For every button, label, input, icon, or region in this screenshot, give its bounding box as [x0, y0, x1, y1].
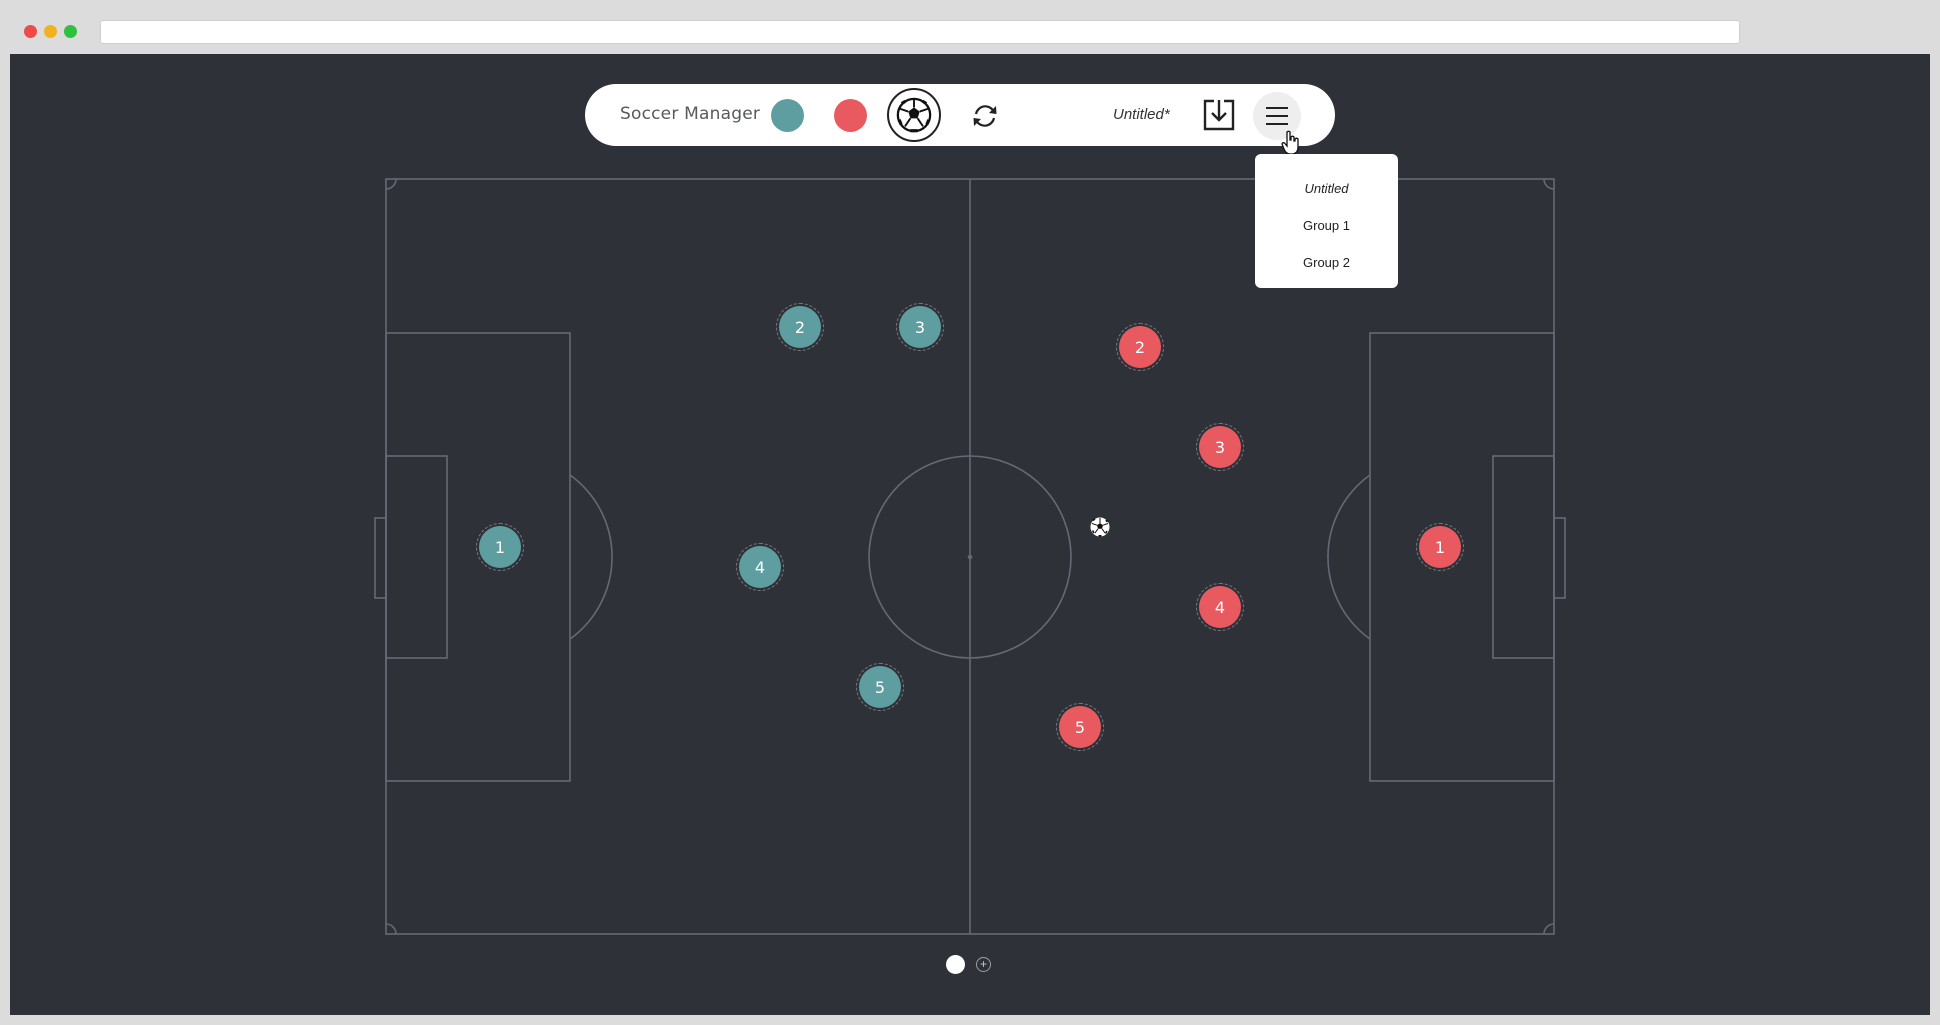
save-button[interactable]	[1202, 98, 1236, 132]
player-number: 4	[1214, 597, 1226, 617]
corner-arc-bottom-left	[385, 923, 397, 935]
corner-arc-bottom-right	[1543, 923, 1555, 935]
player-number: 5	[1074, 717, 1086, 737]
menu-item-group-2[interactable]: Group 2	[1255, 244, 1398, 281]
soccer-ball-icon	[896, 97, 932, 133]
player-number: 3	[914, 317, 926, 337]
add-ball-button[interactable]	[887, 88, 941, 142]
left-penalty-arc	[569, 474, 613, 640]
right-penalty-arc	[1327, 474, 1371, 640]
right-goal-area	[1492, 455, 1555, 659]
hamburger-menu-icon	[1266, 107, 1288, 125]
document-name: Untitled*	[1113, 106, 1170, 123]
red-player-1[interactable]: 1	[1416, 523, 1464, 571]
soccer-pitch	[374, 178, 1566, 935]
player-number: 5	[874, 677, 886, 697]
swap-sides-button[interactable]	[970, 101, 1000, 131]
add-page-button[interactable]: +	[976, 957, 991, 972]
red-player-4[interactable]: 4	[1196, 583, 1244, 631]
menu-item-untitled[interactable]: Untitled	[1255, 170, 1398, 207]
hand-cursor-icon	[1281, 130, 1299, 155]
centre-spot	[967, 554, 973, 560]
player-number: 4	[754, 557, 766, 577]
menu-item-group-1[interactable]: Group 1	[1255, 207, 1398, 244]
red-player-3[interactable]: 3	[1196, 423, 1244, 471]
teal-player-4[interactable]: 4	[736, 543, 784, 591]
player-number: 2	[794, 317, 806, 337]
red-player-2[interactable]: 2	[1116, 323, 1164, 371]
player-number: 3	[1214, 437, 1226, 457]
teal-player-5[interactable]: 5	[856, 663, 904, 711]
player-number: 2	[1134, 337, 1146, 357]
red-player-5[interactable]: 5	[1056, 703, 1104, 751]
corner-arc-top-right	[1543, 178, 1555, 190]
page-dot-1[interactable]	[946, 955, 965, 974]
right-penalty-area	[1369, 332, 1555, 782]
main-toolbar: Soccer Manager Untitled*	[585, 84, 1335, 146]
teal-player-1[interactable]: 1	[476, 523, 524, 571]
left-goal-area	[385, 455, 448, 659]
teal-player-3[interactable]: 3	[896, 303, 944, 351]
download-icon	[1203, 99, 1235, 131]
app-title: Soccer Manager	[620, 104, 761, 124]
player-number: 1	[1434, 537, 1446, 557]
documents-dropdown: Untitled Group 1 Group 2	[1255, 154, 1398, 288]
red-team-icon[interactable]	[834, 99, 867, 132]
player-number: 1	[494, 537, 506, 557]
teal-player-2[interactable]: 2	[776, 303, 824, 351]
soccer-ball-icon[interactable]	[1090, 517, 1110, 537]
right-goal	[1553, 517, 1566, 599]
swap-sides-icon	[973, 105, 997, 127]
teal-team-icon[interactable]	[771, 99, 804, 132]
left-goal	[374, 517, 387, 599]
corner-arc-top-left	[385, 178, 397, 190]
